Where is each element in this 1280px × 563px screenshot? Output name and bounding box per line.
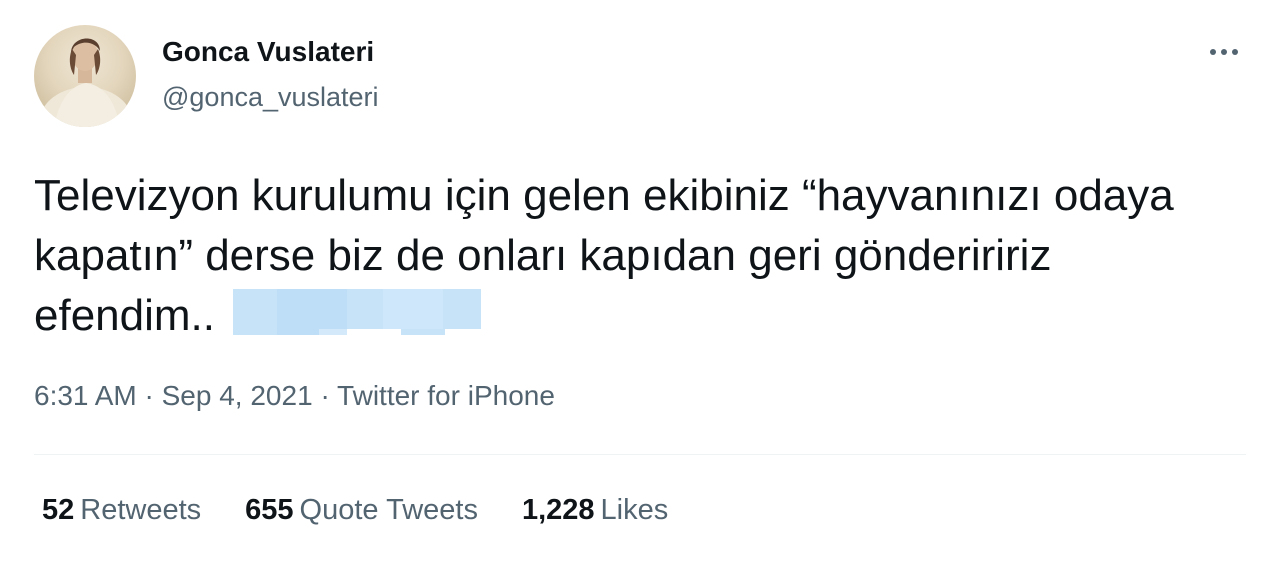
quote-tweets-count: 655 [245,494,294,526]
author-handle[interactable]: @gonca_vuslateri [162,81,379,113]
quote-tweets-label: Quote Tweets [299,494,478,526]
blurred-emoji-icon [232,289,481,336]
author-display-name[interactable]: Gonca Vuslateri [162,36,374,68]
quote-tweets-stat[interactable]: 655 Quote Tweets [245,492,478,528]
likes-label: Likes [600,494,669,526]
likes-count: 1,228 [521,494,595,526]
tweet-text: Televizyon kurulumu için gelen ekibiniz … [34,166,1234,346]
retweets-label: Retweets [80,494,202,526]
more-horizontal-icon [1210,49,1238,55]
retweets-count: 52 [42,494,75,526]
likes-stat[interactable]: 1,228 Likes [522,492,668,528]
tweet-source[interactable]: Twitter for iPhone [337,380,555,411]
meta-separator: · [320,380,330,411]
avatar[interactable] [34,25,136,127]
retweets-stat[interactable]: 52 Retweets [42,492,201,528]
tweet-time[interactable]: 6:31 AM [34,380,137,411]
tweet-meta: 6:31 AM · Sep 4, 2021 · Twitter for iPho… [34,378,555,414]
tweet-date[interactable]: Sep 4, 2021 [162,380,313,411]
tweet-text-content: Televizyon kurulumu için gelen ekibiniz … [34,171,1174,340]
divider [34,454,1246,455]
tweet-stats: 52 Retweets 655 Quote Tweets 1,228 Likes [42,492,712,528]
meta-separator: · [144,380,154,411]
more-options-button[interactable] [1196,30,1252,74]
avatar-image [40,38,132,127]
